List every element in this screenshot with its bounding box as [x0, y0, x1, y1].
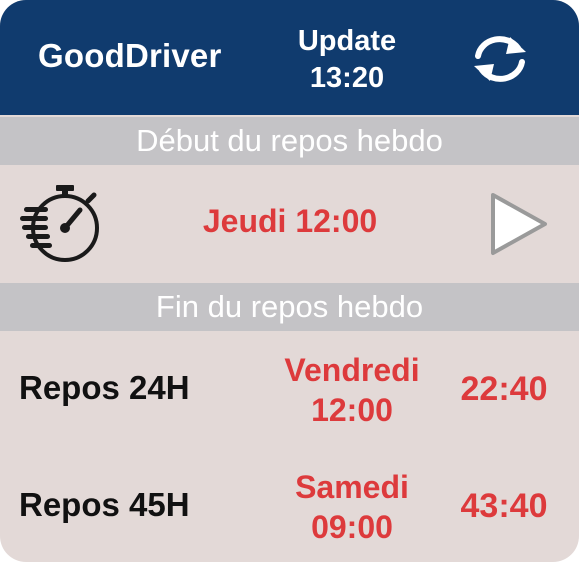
- app-title: GoodDriver: [38, 37, 222, 74]
- rest-duration: 43:40: [460, 487, 548, 525]
- rest-end: Vendredi 12:00: [262, 350, 442, 430]
- rest-start-time: Jeudi 12:00: [202, 203, 378, 239]
- header-bar: GoodDriver Update 13:20: [0, 0, 579, 115]
- rest-label: Repos 24H: [19, 369, 190, 406]
- rest-end-day: Samedi: [295, 469, 409, 505]
- rest-row-45h: Repos 45H Samedi 09:00 43:40: [0, 450, 579, 562]
- stopwatch-icon: [20, 185, 99, 262]
- update-status: Update 13:20: [266, 23, 428, 97]
- rest-label: Repos 45H: [19, 486, 190, 523]
- update-time: 13:20: [309, 62, 385, 94]
- update-label: Update: [297, 25, 397, 57]
- goodriver-widget: GoodDriver Update 13:20 Début du repos h…: [0, 0, 579, 562]
- rest-end-time: 09:00: [311, 509, 393, 545]
- end-section-header: Fin du repos hebdo: [0, 283, 579, 331]
- rest-end: Samedi 09:00: [262, 467, 442, 547]
- rest-row-24h: Repos 24H Vendredi 12:00 22:40: [0, 333, 579, 445]
- rest-duration: 22:40: [460, 370, 548, 408]
- rest-end-time: 12:00: [311, 392, 393, 428]
- rest-end-day: Vendredi: [284, 352, 420, 388]
- play-icon[interactable]: [487, 190, 551, 258]
- start-row: Jeudi 12:00: [0, 165, 579, 283]
- refresh-icon[interactable]: [470, 32, 530, 86]
- start-section-header: Début du repos hebdo: [0, 117, 579, 165]
